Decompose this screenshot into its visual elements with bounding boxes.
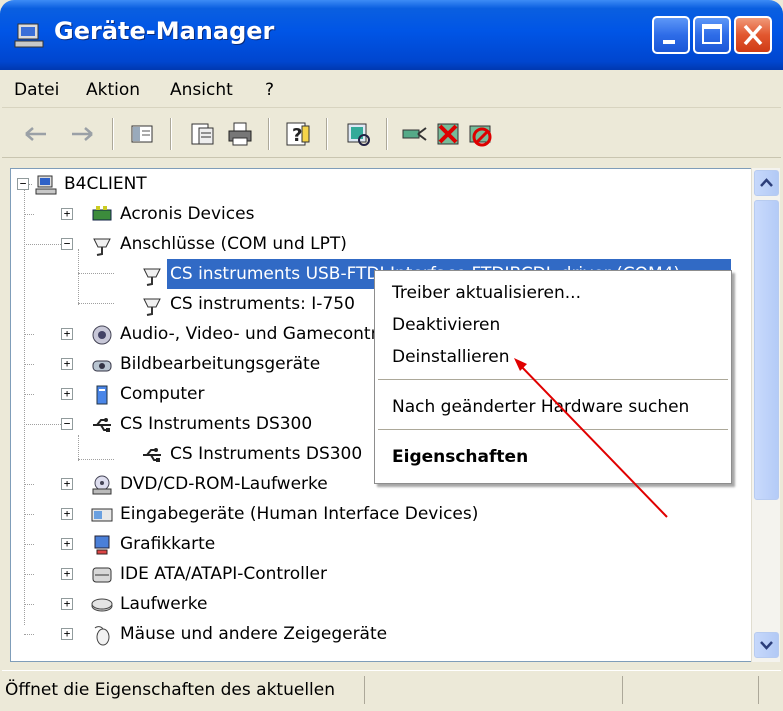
device-manager-window: Geräte-Manager Datei Aktion Ansicht ? ? … <box>0 0 783 711</box>
annotation-arrow <box>514 358 668 518</box>
